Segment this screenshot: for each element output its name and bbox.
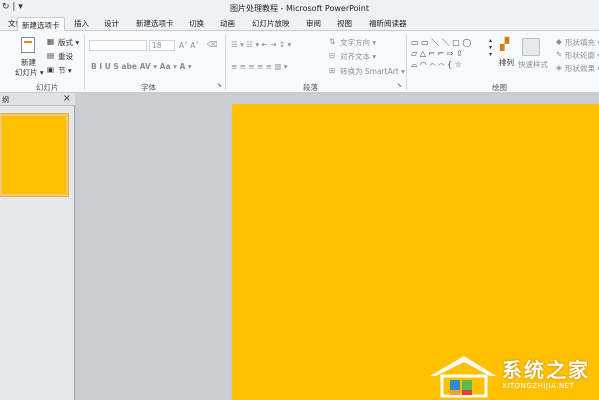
- text-direction-icon[interactable]: ⇅: [329, 37, 335, 46]
- font-size-combo[interactable]: 18: [149, 40, 175, 51]
- group-separator: [225, 34, 226, 90]
- layout-button[interactable]: 版式 ▾: [58, 37, 79, 48]
- list-buttons-icon[interactable]: ☰ ▾ ☷ ▾ ⇤ ⇥ ↕ ▾: [231, 40, 291, 49]
- group-label-font: 字体: [141, 83, 156, 92]
- shapes-gallery[interactable]: ▭ ▭ ＼ ＼ ▢ ◯ ▱ △ ⌐ ⌐ ⇨ ⇧ ⌓ ◠ ⌒ ⌒ { ☆: [411, 37, 487, 73]
- shapes-row-2-icon[interactable]: ▱ △ ⌐ ⌐ ⇨ ⇧: [411, 48, 487, 59]
- font-name-combo[interactable]: [89, 40, 147, 51]
- title-bar: ↻ | ▾ 图片处理教程 - Microsoft PowerPoint: [0, 0, 599, 16]
- close-panel-icon[interactable]: ×: [63, 93, 71, 104]
- clear-format-icon[interactable]: ⌫: [207, 40, 218, 49]
- tab-foxit[interactable]: 福昕阅读器: [369, 18, 407, 29]
- layout-icon[interactable]: ▦: [47, 37, 54, 46]
- font-dialog-launcher-icon[interactable]: ⬊: [217, 82, 222, 89]
- arrange-button[interactable]: 排列: [499, 57, 514, 68]
- outline-tab[interactable]: 纲: [2, 95, 9, 105]
- shapes-row-1-icon[interactable]: ▭ ▭ ＼ ＼ ▢ ◯: [411, 37, 487, 48]
- slide-thumbnail[interactable]: [0, 114, 68, 196]
- grow-font-icon[interactable]: A˄ A˅: [179, 41, 199, 50]
- font-format-buttons[interactable]: B I U S abe AV ▾ Aa ▾ A ▾: [91, 62, 192, 71]
- ribbon-tabs: 文件 新建选项卡 插入 设计 新建选项卡 切换 动画 幻灯片放映 审阅 视图 福…: [0, 16, 599, 31]
- shape-fill-button[interactable]: 形状填充 ▾: [565, 37, 599, 48]
- font-size-value: 18: [152, 41, 162, 50]
- new-slide-dropdown[interactable]: 幻灯片 ▾: [15, 67, 44, 78]
- tab-new-1[interactable]: 新建选项卡: [17, 17, 65, 31]
- quick-styles-button[interactable]: 快速样式: [518, 59, 548, 70]
- tab-transitions[interactable]: 切换: [189, 18, 204, 29]
- quick-styles-icon[interactable]: [522, 38, 540, 56]
- smartart-icon[interactable]: ⊞: [329, 66, 335, 75]
- watermark: 系统之家 XITONGZHIJIA.NET: [428, 352, 599, 400]
- paragraph-dialog-launcher-icon[interactable]: ⬊: [397, 82, 402, 89]
- align-text-button[interactable]: 对齐文本 ▾: [340, 51, 376, 62]
- tab-slideshow[interactable]: 幻灯片放映: [252, 18, 290, 29]
- slides-panel-header: 纲 ×: [0, 93, 75, 106]
- smartart-button[interactable]: 转换为 SmartArt ▾: [340, 66, 405, 77]
- group-separator: [84, 34, 85, 90]
- tab-review[interactable]: 审阅: [306, 18, 321, 29]
- shape-outline-icon[interactable]: ✎: [556, 50, 562, 59]
- group-label-slides: 幻灯片: [36, 83, 59, 92]
- shape-outline-button[interactable]: 形状轮廓 ▾: [565, 50, 599, 61]
- tab-view[interactable]: 视图: [337, 18, 352, 29]
- shape-fill-icon[interactable]: ◆: [556, 37, 562, 46]
- section-button[interactable]: 节 ▾: [58, 65, 72, 76]
- text-direction-button[interactable]: 文字方向 ▾: [340, 37, 376, 48]
- group-separator: [406, 34, 407, 90]
- reset-icon[interactable]: ▤: [47, 51, 54, 60]
- tab-design[interactable]: 设计: [104, 18, 119, 29]
- group-label-paragraph: 段落: [303, 83, 318, 92]
- reset-button[interactable]: 重设: [58, 51, 73, 62]
- align-buttons-icon[interactable]: ≡ ≡ ≡ ≡ ≡ ▥ ▾: [231, 62, 288, 71]
- house-logo-icon: [430, 356, 496, 398]
- tab-new-2[interactable]: 新建选项卡: [136, 18, 174, 29]
- section-icon[interactable]: ▣: [47, 65, 54, 74]
- watermark-url: XITONGZHIJIA.NET: [502, 382, 575, 390]
- group-label-drawing: 绘图: [492, 83, 507, 92]
- shape-effects-button[interactable]: 形状效果 ▾: [565, 63, 599, 74]
- arrange-icon[interactable]: ▞: [500, 37, 509, 51]
- shapes-scroll-icon[interactable]: ▴ ▾ ▾: [489, 37, 492, 58]
- tab-insert[interactable]: 插入: [74, 18, 89, 29]
- new-slide-icon[interactable]: [21, 37, 35, 53]
- shapes-row-3-icon[interactable]: ⌓ ◠ ⌒ ⌒ { ☆: [411, 59, 487, 70]
- tab-animations[interactable]: 动画: [220, 18, 235, 29]
- shape-effects-icon[interactable]: ◈: [556, 63, 562, 72]
- align-text-icon[interactable]: ⊟: [329, 51, 335, 60]
- watermark-name: 系统之家: [502, 358, 590, 382]
- window-title: 图片处理教程 - Microsoft PowerPoint: [230, 4, 369, 13]
